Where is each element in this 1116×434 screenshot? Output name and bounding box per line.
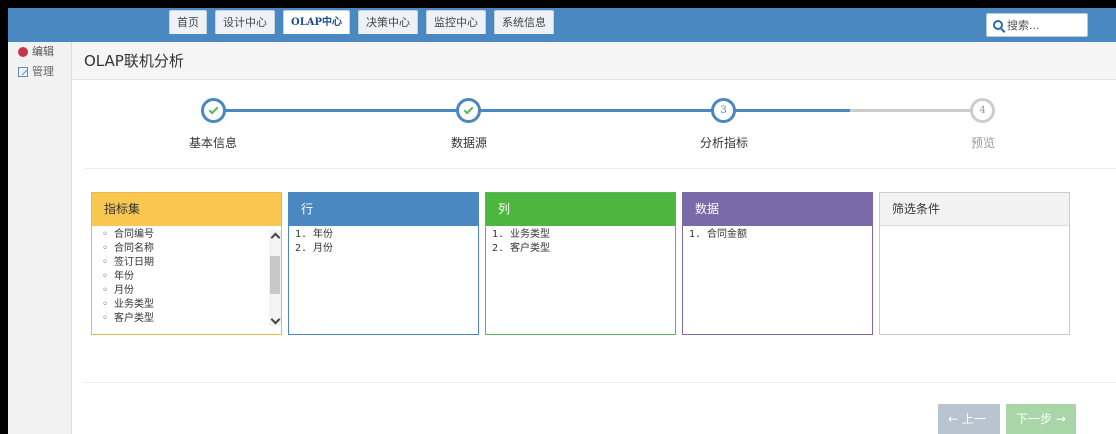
divider <box>84 168 1116 169</box>
columns-item[interactable]: 2. 客户类型 <box>492 242 669 256</box>
sidebar-item-label: 管理 <box>32 65 54 78</box>
step-4-label: 预览 <box>970 136 995 150</box>
divider <box>84 382 1116 383</box>
columns-list[interactable]: 1. 业务类型 2. 客户类型 <box>486 226 675 258</box>
step-connector <box>850 109 987 112</box>
manage-icon <box>18 67 28 77</box>
indicator-item[interactable]: ◦ 月份 <box>102 284 268 298</box>
olap-panels: 指标集 ◦ 合同编号 ◦ 合同名称 ◦ 签订日期 ◦ 年份 ◦ 月份 ◦ 业务类… <box>91 192 1070 335</box>
sidebar-item-label: 编辑 <box>32 45 54 58</box>
indicator-item[interactable]: ◦ 年份 <box>102 270 268 284</box>
indicator-item[interactable]: ◦ 签订日期 <box>102 256 268 270</box>
filter-panel-title: 筛选条件 <box>880 193 1069 226</box>
columns-item[interactable]: 1. 业务类型 <box>492 228 669 242</box>
check-icon <box>208 104 219 115</box>
main-content: OLAP联机分析 3 4 基本信息 数据源 分析指标 预览 指标集 ◦ 合同编号 <box>72 42 1116 434</box>
columns-panel: 列 1. 业务类型 2. 客户类型 <box>485 192 676 335</box>
rows-panel: 行 1. 年份 2. 月份 <box>288 192 479 335</box>
rows-list[interactable]: 1. 年份 2. 月份 <box>289 226 478 258</box>
data-panel: 数据 1. 合同金额 <box>682 192 873 335</box>
main-nav: 首页 设计中心 OLAP中心 决策中心 监控中心 系统信息 <box>169 10 555 34</box>
rows-panel-title: 行 <box>289 193 478 226</box>
search-icon <box>993 20 1003 30</box>
nav-design-center[interactable]: 设计中心 <box>215 10 275 34</box>
nav-decision-center[interactable]: 决策中心 <box>358 10 419 34</box>
filter-panel: 筛选条件 <box>879 192 1070 335</box>
step-4-circle[interactable]: 4 <box>970 98 995 123</box>
step-connector <box>221 109 480 112</box>
sidebar: 编辑 管理 <box>8 42 72 434</box>
indicator-list[interactable]: ◦ 合同编号 ◦ 合同名称 ◦ 签订日期 ◦ 年份 ◦ 月份 ◦ 业务类型 ◦ … <box>92 226 281 334</box>
step-number: 3 <box>720 105 727 116</box>
indicator-item[interactable]: ◦ 合同名称 <box>102 242 268 256</box>
chevron-down-icon[interactable] <box>270 316 280 326</box>
indicator-panel: 指标集 ◦ 合同编号 ◦ 合同名称 ◦ 签订日期 ◦ 年份 ◦ 月份 ◦ 业务类… <box>91 192 282 335</box>
rows-item[interactable]: 2. 月份 <box>295 242 472 256</box>
sidebar-item-edit[interactable]: 编辑 <box>8 42 71 62</box>
step-1-label: 基本信息 <box>188 136 237 150</box>
columns-panel-title: 列 <box>486 193 675 226</box>
filter-list[interactable] <box>880 226 1069 230</box>
data-panel-title: 数据 <box>683 193 872 226</box>
indicator-item[interactable]: ◦ 业务类型 <box>102 298 268 312</box>
indicator-item[interactable]: ◦ 客户类型 <box>102 312 268 326</box>
indicator-item[interactable]: ◦ 合同编号 <box>102 228 268 242</box>
edit-icon <box>18 47 28 57</box>
step-3-circle[interactable]: 3 <box>711 98 736 123</box>
step-connector <box>480 109 731 112</box>
page-title: OLAP联机分析 <box>72 42 1116 80</box>
nav-monitor-center[interactable]: 监控中心 <box>426 10 487 34</box>
step-number: 4 <box>979 105 986 116</box>
scrollbar-thumb[interactable] <box>270 256 280 294</box>
nav-home[interactable]: 首页 <box>169 10 207 34</box>
step-3-label: 分析指标 <box>699 136 748 150</box>
step-1-circle[interactable] <box>201 98 226 123</box>
wizard-steps: 3 4 基本信息 数据源 分析指标 预览 <box>72 94 1116 156</box>
prev-step-button[interactable]: ← 上一步 <box>938 404 1000 434</box>
data-list[interactable]: 1. 合同金额 <box>683 226 872 244</box>
step-2-label: 数据源 <box>450 136 487 150</box>
check-icon <box>463 104 474 115</box>
sidebar-item-manage[interactable]: 管理 <box>8 62 71 82</box>
search-placeholder: 搜索... <box>1007 19 1040 32</box>
nav-system-info[interactable]: 系统信息 <box>494 10 555 34</box>
step-2-circle[interactable] <box>456 98 481 123</box>
step-connector <box>731 109 850 112</box>
indicator-panel-title: 指标集 <box>92 193 281 226</box>
chevron-up-icon[interactable] <box>270 230 280 240</box>
scrollbar[interactable] <box>269 230 281 326</box>
nav-olap-center[interactable]: OLAP中心 <box>283 10 351 34</box>
search-input[interactable]: 搜索... <box>986 13 1088 37</box>
next-step-button[interactable]: 下一步 → <box>1006 404 1076 434</box>
rows-item[interactable]: 1. 年份 <box>295 228 472 242</box>
data-item[interactable]: 1. 合同金额 <box>689 228 866 242</box>
